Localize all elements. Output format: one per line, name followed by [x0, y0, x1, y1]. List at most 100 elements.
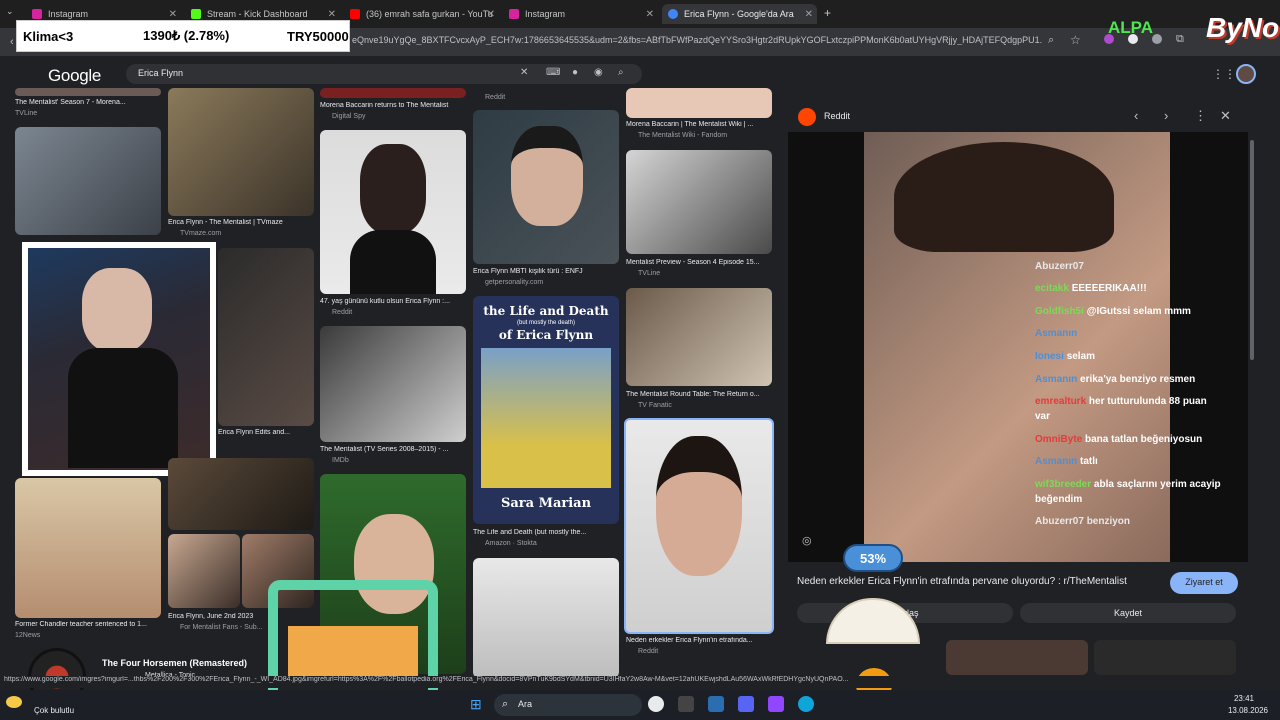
streamer-face	[82, 268, 152, 352]
book-cover[interactable]: the Life and Death (but mostly the death…	[473, 296, 619, 524]
close-icon[interactable]: ✕	[805, 9, 813, 20]
result-image[interactable]	[15, 478, 161, 618]
related-image[interactable]	[946, 640, 1088, 675]
panel-title[interactable]: Neden erkekler Erica Flynn'in etrafında …	[797, 576, 1157, 587]
result-source[interactable]: TV Fanatic	[638, 402, 672, 409]
result-source[interactable]: TVmaze.com	[180, 230, 221, 237]
edge-icon[interactable]	[798, 696, 814, 712]
zoom-icon[interactable]: ⌕	[1048, 34, 1054, 47]
result-caption[interactable]: Erica Flynn Edits and...	[218, 429, 314, 436]
result-source[interactable]: TVLine	[638, 270, 660, 277]
result-image[interactable]	[473, 558, 619, 678]
result-source[interactable]: Reddit	[485, 94, 505, 101]
avatar[interactable]	[1236, 64, 1256, 84]
result-image[interactable]	[626, 288, 772, 386]
result-image[interactable]	[218, 248, 314, 426]
obs-icon[interactable]	[768, 696, 784, 712]
lens-icon[interactable]: ◎	[802, 534, 812, 547]
result-source[interactable]: Digital Spy	[332, 113, 365, 120]
discord-icon[interactable]	[738, 696, 754, 712]
weather-icon[interactable]	[6, 696, 22, 708]
result-image-selected[interactable]	[624, 418, 774, 634]
more-icon[interactable]: ⋮	[1194, 108, 1207, 124]
back-icon[interactable]: ‹	[10, 36, 14, 48]
visit-button[interactable]: Ziyaret et	[1170, 572, 1238, 594]
result-caption[interactable]: Erica Flynn - The Mentalist | TVmaze	[168, 219, 314, 226]
result-source[interactable]: IMDb	[332, 457, 349, 464]
tab-google-search[interactable]: Erica Flynn - Google'da Ara ✕	[662, 4, 817, 24]
weather-label[interactable]: Çok bulutlu	[34, 706, 74, 715]
panel-source[interactable]: Reddit	[824, 111, 850, 121]
result-source[interactable]: 12News	[15, 632, 40, 639]
apps-grid-icon[interactable]: ⋮⋮	[1212, 67, 1236, 81]
url-field[interactable]: eQnve19uYgQe_8BXTFCvcxAyP_ECH7w:17866536…	[352, 35, 1042, 45]
close-icon[interactable]: ✕	[169, 9, 177, 20]
result-caption[interactable]: The Mentalist' Season 7 - Morena...	[15, 99, 161, 106]
result-image[interactable]	[168, 534, 240, 608]
result-image[interactable]	[626, 150, 772, 254]
result-caption[interactable]: The Mentalist (TV Series 2008–2015) - ..…	[320, 446, 466, 453]
result-image[interactable]	[15, 127, 161, 235]
result-source[interactable]: For Mentalist Fans - Sub...	[180, 624, 262, 631]
result-caption[interactable]: Erica Flynn MBTI kişilik türü : ENFJ	[473, 268, 619, 275]
next-icon[interactable]: ›	[1164, 108, 1168, 123]
google-logo[interactable]: Google	[48, 66, 101, 86]
result-source[interactable]: Reddit	[638, 648, 658, 655]
close-icon[interactable]: ✕	[646, 9, 654, 20]
extensions-puzzle-icon[interactable]: ⧉	[1176, 33, 1184, 46]
result-source[interactable]: Reddit	[332, 309, 352, 316]
result-image[interactable]	[168, 458, 314, 530]
result-caption[interactable]: Morena Baccarin | The Mentalist Wiki | .…	[626, 121, 772, 128]
tab-search-icon[interactable]: ⌄	[6, 6, 14, 17]
chrome-icon[interactable]	[648, 696, 664, 712]
chat-line: emrealturk her tutturulunda 88 puan	[1035, 396, 1207, 407]
steam-icon[interactable]	[708, 696, 724, 712]
result-caption[interactable]: Erica Flynn, June 2nd 2023	[168, 613, 268, 620]
result-caption[interactable]: Neden erkekler Erica Flynn'in etrafında.…	[626, 637, 772, 644]
lens-icon[interactable]: ◉	[594, 67, 603, 78]
result-image[interactable]	[320, 88, 466, 98]
bookmark-star-icon[interactable]: ☆	[1070, 33, 1081, 47]
prev-icon[interactable]: ‹	[1134, 108, 1138, 123]
result-caption[interactable]: The Life and Death (but mostly the...	[473, 529, 619, 536]
result-image[interactable]	[626, 88, 772, 118]
result-image[interactable]	[473, 110, 619, 264]
github-icon[interactable]	[678, 696, 694, 712]
chat-line: Abuzerr07	[1035, 261, 1084, 272]
chat-line: wif3breeder abla saçlarını yerim acayip	[1035, 479, 1221, 490]
extension-icon[interactable]	[1152, 34, 1162, 44]
tab-instagram-2[interactable]: Instagram ✕	[503, 4, 658, 24]
result-source[interactable]: The Mentalist Wiki - Fandom	[638, 132, 727, 139]
result-source[interactable]: Amazon · Stokta	[485, 540, 537, 547]
scrollbar-thumb[interactable]	[1250, 140, 1254, 360]
taskbar-search[interactable]: ⌕ Ara	[494, 694, 642, 716]
related-image[interactable]	[1094, 640, 1236, 675]
search-icon[interactable]: ⌕	[618, 67, 624, 78]
clock-date[interactable]: 13.08.2026	[1174, 706, 1268, 715]
close-icon[interactable]: ✕	[1220, 108, 1231, 124]
webcam-image	[28, 248, 210, 470]
close-icon[interactable]: ✕	[487, 9, 495, 20]
result-source[interactable]: getpersonality.com	[485, 279, 543, 286]
close-icon[interactable]: ✕	[328, 9, 336, 20]
save-button[interactable]: Kaydet	[1020, 603, 1236, 623]
result-caption[interactable]: The Mentalist Round Table: The Return o.…	[626, 391, 772, 398]
result-caption[interactable]: Former Chandler teacher sentenced to 1..…	[15, 621, 161, 628]
tab-youtube[interactable]: (36) emrah safa gurkan - YouTu ✕	[344, 4, 499, 24]
mic-icon[interactable]: ●	[572, 67, 578, 78]
clear-icon[interactable]: ✕	[520, 67, 528, 78]
clock-time[interactable]: 23:41	[1174, 694, 1254, 703]
ticker-left: Klima<3	[23, 28, 74, 44]
result-caption[interactable]: Morena Baccarin returns to The Mentalist	[320, 102, 466, 109]
keyboard-icon[interactable]: ⌨	[546, 67, 560, 78]
result-caption[interactable]: 47. yaş gününü kutlu olsun Erica Flynn :…	[320, 298, 466, 305]
result-image[interactable]	[320, 326, 466, 442]
result-source[interactable]: TVLine	[15, 110, 37, 117]
result-image[interactable]	[15, 88, 161, 96]
search-input[interactable]: Erica Flynn ✕ ⌨ ● ◉ ⌕	[126, 64, 642, 84]
result-caption[interactable]: Mentalist Preview - Season 4 Episode 15.…	[626, 259, 772, 266]
start-icon[interactable]: ⊞	[470, 696, 482, 713]
new-tab-button[interactable]: +	[824, 6, 831, 20]
result-image[interactable]	[168, 88, 314, 216]
result-image[interactable]	[320, 130, 466, 294]
